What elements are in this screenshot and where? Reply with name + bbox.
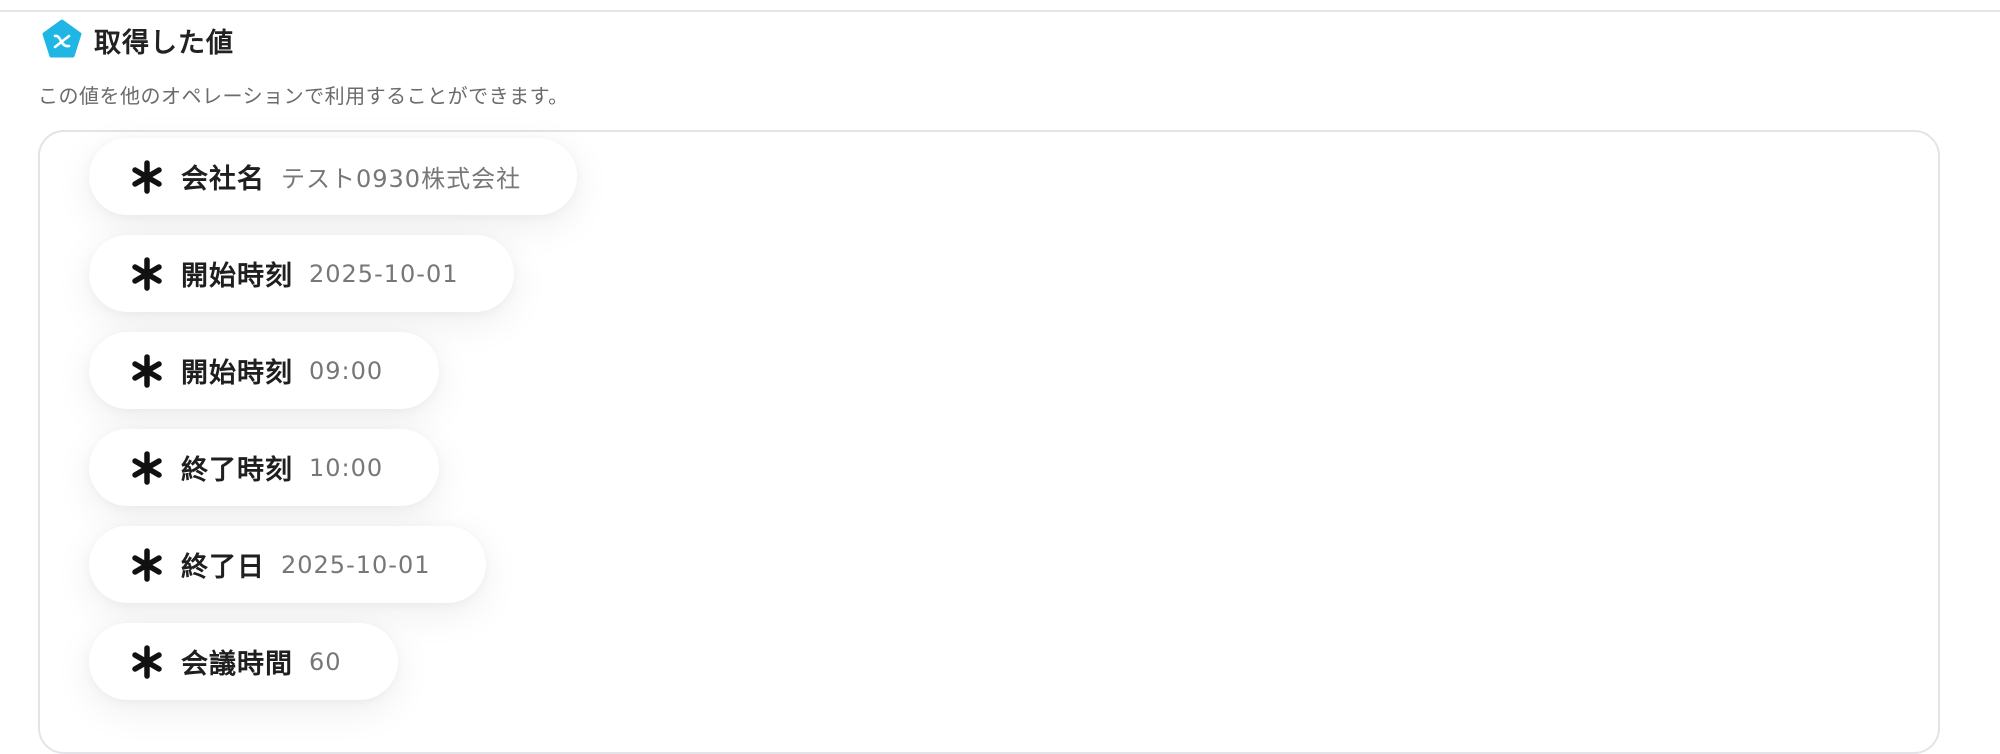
value-text: 60 — [309, 647, 342, 676]
asterisk-icon — [132, 450, 162, 485]
asterisk-icon — [132, 159, 162, 194]
value-text: テスト0930株式会社 — [281, 165, 522, 193]
value-label: 会社名 — [181, 164, 265, 195]
value-label: 終了時刻 — [181, 455, 293, 486]
value-chip-end-date[interactable]: 終了日 2025-10-01 — [89, 526, 487, 603]
value-chip-end-time[interactable]: 終了時刻 10:00 — [89, 429, 440, 506]
value-chip-company-name[interactable]: 会社名 テスト0930株式会社 — [89, 138, 578, 215]
value-text: 2025-10-01 — [281, 550, 431, 579]
asterisk-icon — [132, 547, 162, 582]
value-text: 10:00 — [309, 453, 384, 482]
value-label: 開始時刻 — [181, 261, 293, 292]
value-chip-start-time[interactable]: 開始時刻 09:00 — [89, 332, 440, 409]
value-label: 開始時刻 — [181, 358, 293, 389]
section-header: 取得した値 — [40, 18, 234, 62]
value-chip-start-date[interactable]: 開始時刻 2025-10-01 — [89, 235, 515, 312]
asterisk-icon — [132, 256, 162, 291]
value-text: 2025-10-01 — [309, 259, 459, 288]
top-divider — [0, 10, 2000, 12]
value-label: 会議時間 — [181, 649, 293, 680]
section-title: 取得した値 — [94, 27, 234, 59]
section-description: この値を他のオペレーションで利用することができます。 — [38, 84, 569, 108]
value-label: 終了日 — [181, 552, 265, 583]
yoom-logo-icon — [42, 19, 82, 58]
asterisk-icon — [132, 353, 162, 388]
value-text: 09:00 — [309, 356, 384, 385]
value-chip-meeting-duration[interactable]: 会議時間 60 — [89, 623, 398, 700]
value-list: 会社名 テスト0930株式会社 開始時刻 2025-10-01 開始時刻 09:… — [89, 138, 578, 700]
asterisk-icon — [132, 644, 162, 679]
